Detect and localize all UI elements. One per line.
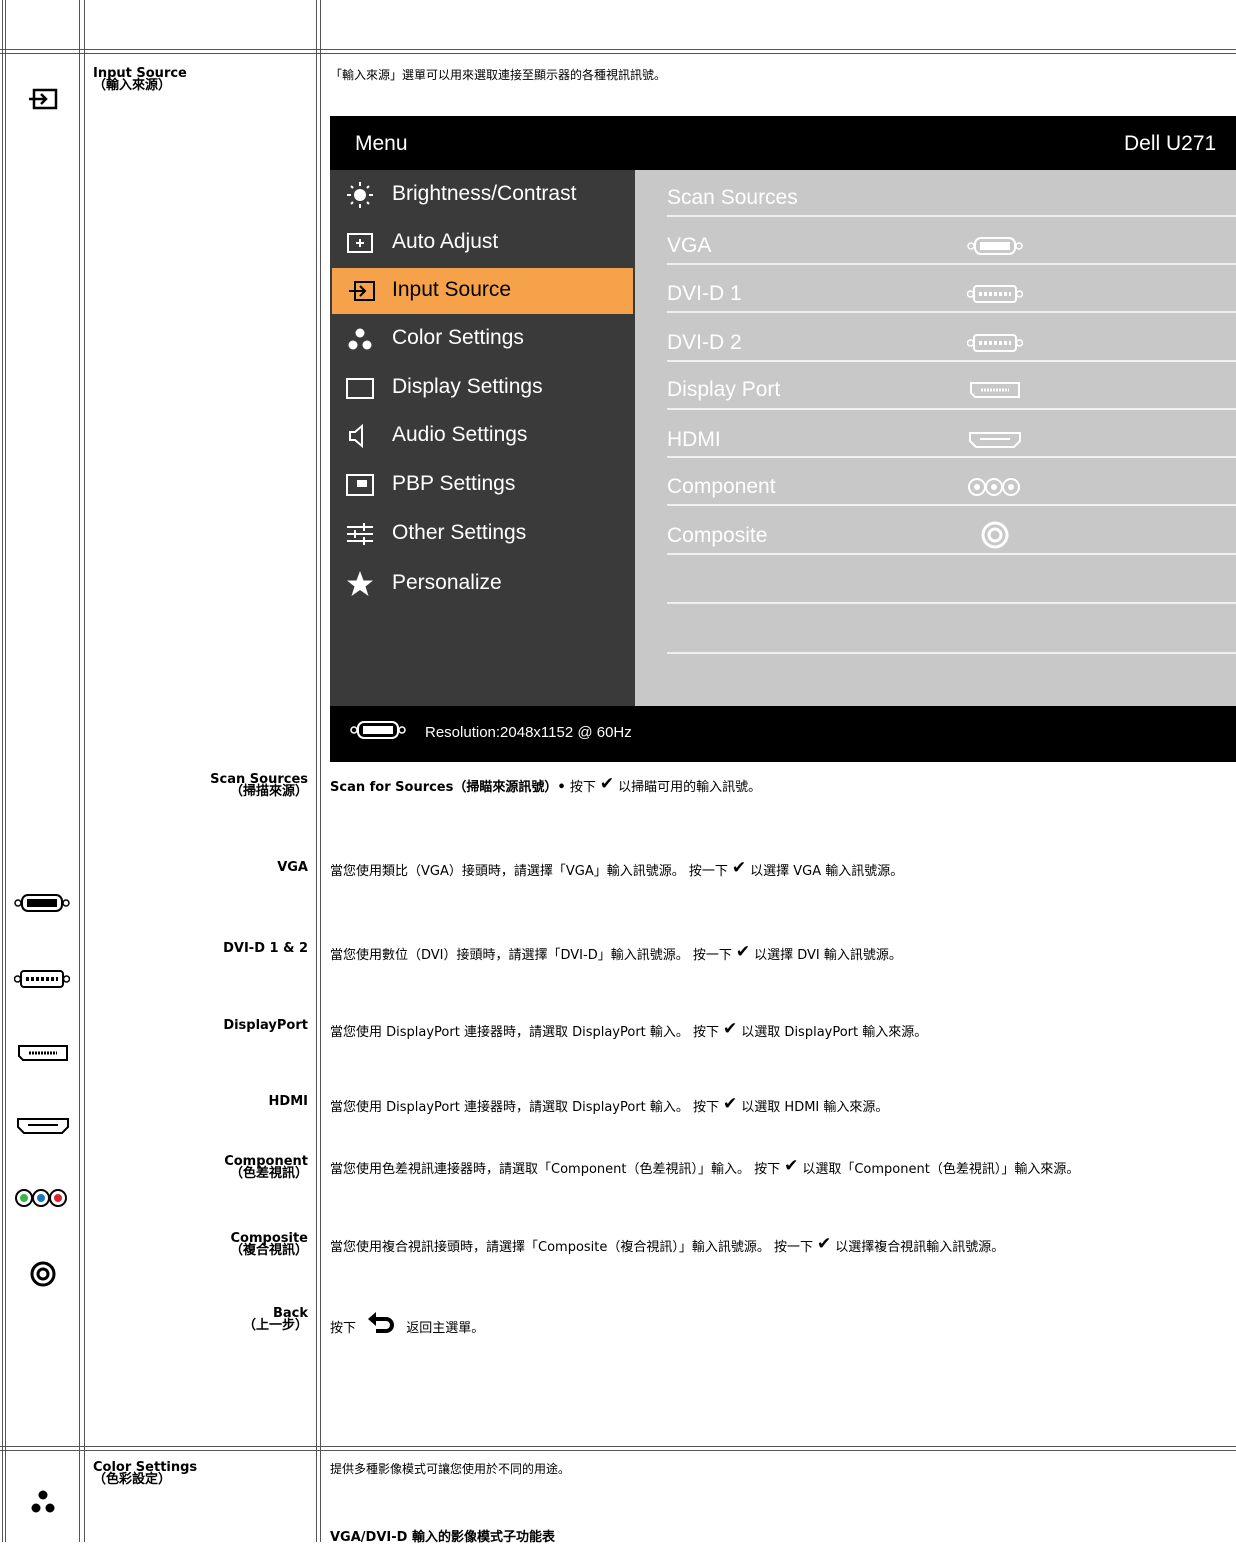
composite-connector-icon <box>30 1261 56 1287</box>
hdmi-label: HDMI <box>268 1094 308 1109</box>
vga-connector-icon <box>350 721 406 739</box>
speaker-icon <box>349 423 363 449</box>
osd-submenu-vga[interactable]: VGA <box>667 234 1227 258</box>
osd-model-name: Dell U271 <box>1124 132 1217 155</box>
checkmark-icon: ✔ <box>731 858 747 878</box>
osd-resolution: Resolution:2048x1152 @ 60Hz <box>425 724 632 741</box>
osd-header: Menu Dell U271 <box>330 116 1236 170</box>
star-icon <box>347 571 373 596</box>
hdmi-description: 當您使用 DisplayPort 連接器時，請選取 DisplayPort 輸入… <box>330 1094 889 1115</box>
osd-submenu-hdmi[interactable]: HDMI <box>667 428 1227 452</box>
dvi-connector-icon <box>967 334 1023 352</box>
hdmi-connector-icon <box>969 432 1021 448</box>
displayport-description: 當您使用 DisplayPort 連接器時，請選取 DisplayPort 輸入… <box>330 1019 928 1040</box>
input-source-description: 「輸入來源」選單可以用來選取連接至顯示器的各種視訊訊號。 <box>330 68 667 82</box>
vga-description: 當您使用類比（VGA）接頭時，請選擇「VGA」輸入訊號源。 按一下 ✔ 以選擇 VG… <box>330 858 904 879</box>
input-source-icon <box>349 281 375 301</box>
component-description: 當您使用色差視訊連接器時，請選取「Component（色差視訊）」輸入。 按下 ✔… <box>330 1156 1080 1177</box>
component-label: Component （色差視訊） <box>224 1154 308 1181</box>
osd-menu-item-personalize[interactable]: Personalize <box>330 561 635 607</box>
osd-menu-item-audio-settings[interactable]: Audio Settings <box>330 413 635 459</box>
dvi-connector-icon <box>967 285 1023 303</box>
vga-connector-icon <box>14 894 70 912</box>
component-connector-icon <box>968 478 1020 496</box>
osd-submenu-scan-sources[interactable]: Scan Sources <box>667 186 1227 210</box>
color-settings-subheading: VGA/DVI-D 輸入的影像模式子功能表 <box>330 1530 555 1545</box>
osd-menu-title: Menu <box>355 132 408 155</box>
osd-submenu-composite[interactable]: Composite <box>667 521 1227 549</box>
dvi-connector-icon <box>14 970 70 988</box>
osd-submenu: Scan Sources VGA DVI-D 1 DVI-D 2 Display… <box>635 170 1236 706</box>
auto-adjust-icon <box>347 233 373 253</box>
scan-sources-description: Scan for Sources（掃瞄來源訊號）• 按下 ✔ 以掃瞄可用的輸入訊號。 <box>330 774 762 795</box>
display-settings-icon <box>346 378 374 399</box>
checkmark-icon: ✔ <box>784 1156 799 1176</box>
displayport-label: DisplayPort <box>223 1018 308 1033</box>
color-settings-description: 提供多種影像模式可讓您使用於不同的用途。 <box>330 1462 571 1476</box>
input-source-label: Input Source （輸入來源） <box>93 66 187 93</box>
dvi-label: DVI-D 1 & 2 <box>223 941 308 956</box>
osd-submenu-dvi-d-2[interactable]: DVI-D 2 <box>667 331 1227 355</box>
osd-menu-item-display-settings[interactable]: Display Settings <box>330 365 635 411</box>
composite-label: Composite （複合視訊） <box>229 1231 308 1258</box>
checkmark-icon: ✔ <box>735 942 751 962</box>
vga-connector-icon <box>967 237 1023 255</box>
osd-submenu-dvi-d-1[interactable]: DVI-D 1 <box>667 282 1227 306</box>
osd-main-menu: Brightness/Contrast Auto Adjust Input So… <box>330 170 635 706</box>
osd-footer: Resolution:2048x1152 @ 60Hz <box>330 706 1236 762</box>
displayport-connector-icon <box>18 1045 68 1061</box>
back-arrow-icon <box>368 1312 395 1333</box>
vga-label: VGA <box>277 860 308 875</box>
color-settings-label: Color Settings （色彩設定） <box>93 1460 198 1487</box>
color-settings-icon <box>348 328 372 350</box>
composite-description: 當您使用複合視訊接頭時，請選擇「Composite（複合視訊）」輸入訊號源。 按… <box>330 1234 1005 1255</box>
color-settings-icon <box>31 1490 55 1513</box>
osd-menu-item-other-settings[interactable]: Other Settings <box>330 511 635 557</box>
osd-submenu-display-port[interactable]: Display Port <box>667 378 1227 402</box>
checkmark-icon: ✔ <box>723 1094 738 1114</box>
hdmi-connector-icon <box>17 1118 69 1134</box>
checkmark-icon: ✔ <box>599 774 615 794</box>
osd-menu-item-color-settings[interactable]: Color Settings <box>330 316 635 362</box>
osd-menu-item-brightness[interactable]: Brightness/Contrast <box>330 172 635 218</box>
displayport-connector-icon <box>970 382 1020 398</box>
checkmark-icon: ✔ <box>817 1234 832 1254</box>
back-label: Back （上一步） <box>242 1306 308 1333</box>
back-description: 按下 返回主選單。 <box>330 1310 484 1347</box>
osd-submenu-component[interactable]: Component <box>667 475 1227 499</box>
osd-menu-item-pbp-settings[interactable]: PBP Settings <box>330 462 635 508</box>
checkmark-icon: ✔ <box>723 1019 738 1039</box>
input-source-icon <box>29 88 58 110</box>
sliders-icon <box>347 523 373 545</box>
osd-menu-item-input-source[interactable]: Input Source <box>332 268 633 314</box>
osd-menu-item-auto-adjust[interactable]: Auto Adjust <box>330 220 635 266</box>
brightness-icon <box>347 182 373 208</box>
composite-connector-icon <box>981 521 1009 549</box>
osd-menu-screenshot: Menu Dell U271 Brightness/Contrast Auto … <box>330 116 1236 762</box>
component-connector-icon <box>15 1189 67 1207</box>
dvi-description: 當您使用數位（DVI）接頭時，請選擇「DVI-D」輸入訊號源。 按一下 ✔ 以選擇 … <box>330 942 902 963</box>
scan-sources-label: Scan Sources （掃描來源） <box>210 772 308 799</box>
pbp-icon <box>346 474 374 496</box>
